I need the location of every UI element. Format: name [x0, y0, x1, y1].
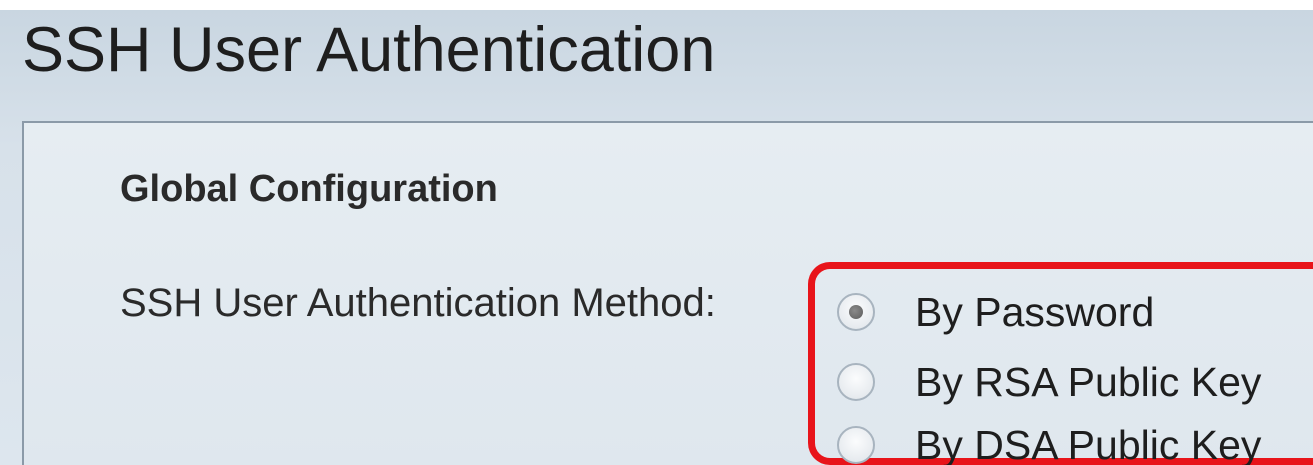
auth-method-radio-group: By Password By RSA Public Key By DSA Pub…	[808, 262, 1313, 465]
radio-option-by-dsa-public-key[interactable]: By DSA Public Key	[815, 415, 1313, 465]
radio-button-by-rsa-public-key[interactable]	[837, 363, 875, 401]
radio-label-by-dsa-public-key[interactable]: By DSA Public Key	[915, 420, 1261, 465]
auth-method-label: SSH User Authentication Method:	[120, 281, 716, 325]
radio-option-by-password[interactable]: By Password	[815, 282, 1313, 342]
radio-option-by-rsa-public-key[interactable]: By RSA Public Key	[815, 352, 1313, 412]
radio-button-by-password[interactable]	[837, 293, 875, 331]
radio-label-by-password[interactable]: By Password	[915, 287, 1154, 337]
radio-button-by-dsa-public-key[interactable]	[837, 426, 875, 464]
radio-label-by-rsa-public-key[interactable]: By RSA Public Key	[915, 357, 1261, 407]
section-title-global-configuration: Global Configuration	[120, 168, 498, 210]
page-title: SSH User Authentication	[22, 15, 716, 85]
